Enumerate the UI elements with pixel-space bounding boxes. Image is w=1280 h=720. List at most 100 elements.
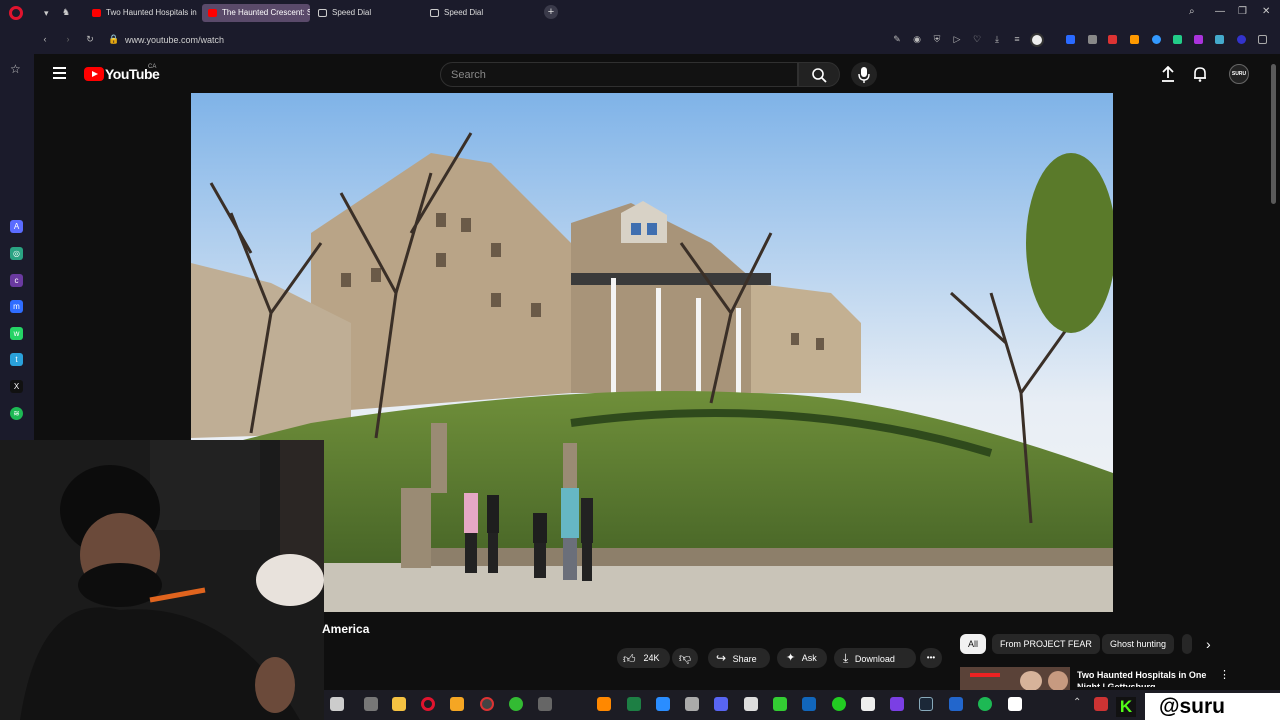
heart-icon[interactable]: ♡ <box>972 34 982 44</box>
extension-icon-9[interactable] <box>1237 35 1246 44</box>
page-scrollbar[interactable] <box>1271 64 1276 204</box>
play-icon[interactable]: ▷ <box>952 34 962 44</box>
chips-next-arrow-icon[interactable]: › <box>1206 636 1211 652</box>
extension-icon-3[interactable] <box>1108 35 1117 44</box>
notifications-bell-icon[interactable] <box>1193 66 1207 87</box>
suggestion-thumbnail[interactable] <box>960 667 1070 690</box>
extension-icon-8[interactable] <box>1215 35 1224 44</box>
tab-speed-dial-2[interactable]: Speed Dial <box>424 4 538 22</box>
cs-icon[interactable]: c <box>10 274 23 287</box>
taskbar-app-icon-21[interactable] <box>949 697 963 711</box>
chip-all[interactable]: All <box>960 634 987 654</box>
chatgpt-icon[interactable]: ◎ <box>10 247 23 260</box>
close-button[interactable]: ✕ <box>1262 6 1270 17</box>
taskbar-app-icon-11[interactable] <box>656 697 670 711</box>
chip-from-project-fear[interactable]: From PROJECT FEAR <box>992 634 1100 654</box>
file-explorer-icon[interactable] <box>392 697 406 711</box>
extension-icon-7[interactable] <box>1194 35 1203 44</box>
create-upload-icon[interactable] <box>1161 65 1175 87</box>
extensions-tab-icon[interactable]: ♞ <box>62 7 70 18</box>
extension-icon-6[interactable] <box>1173 35 1182 44</box>
tab-two-haunted-hospitals[interactable]: Two Haunted Hospitals in <box>86 4 198 22</box>
steam-icon[interactable] <box>919 697 933 711</box>
youtube-favicon-icon <box>208 9 217 17</box>
download-button[interactable]: ⤓ Download <box>834 648 916 668</box>
camera-icon[interactable]: ◉ <box>912 34 922 44</box>
taskbar-app-icon-23[interactable] <box>1008 697 1022 711</box>
profile-icon[interactable] <box>1030 33 1044 47</box>
taskbar-app-icon-12[interactable] <box>685 697 699 711</box>
aria-icon[interactable]: A <box>10 220 23 233</box>
hamburger-menu-icon[interactable] <box>53 67 66 82</box>
new-tab-button[interactable]: + <box>544 5 558 19</box>
download-icon[interactable]: ⤓ <box>992 34 1002 44</box>
tab-label: Speed Dial <box>332 8 372 17</box>
edit-icon[interactable]: ✎ <box>892 34 902 44</box>
taskbar-app-icon-1[interactable] <box>330 697 344 711</box>
more-actions-button[interactable]: ••• <box>920 648 942 668</box>
tab-haunted-crescent[interactable]: The Haunted Crescent: Sc <box>202 4 310 22</box>
telegram-icon[interactable]: t <box>10 353 23 366</box>
taskbar-app-icon-16[interactable] <box>802 697 816 711</box>
opera-icon[interactable] <box>421 697 435 711</box>
vlc-icon[interactable] <box>597 697 611 711</box>
taskbar-app-icon-17[interactable] <box>832 697 846 711</box>
back-icon[interactable]: ‹ <box>40 34 50 44</box>
whatsapp-icon[interactable]: w <box>10 327 23 340</box>
share-arrow-icon: ↪ <box>716 651 727 665</box>
chip-partial[interactable] <box>1182 634 1192 654</box>
extensions-cube-icon[interactable] <box>1258 35 1267 44</box>
shield-icon[interactable]: ⛨ <box>932 34 942 44</box>
tray-chevron-icon[interactable]: ⌃ <box>1073 697 1081 708</box>
youtube-logo-icon[interactable] <box>84 67 104 81</box>
extension-icon-5[interactable] <box>1152 35 1161 44</box>
taskbar-app-icon-2[interactable] <box>364 697 378 711</box>
rss-icon[interactable] <box>1130 35 1139 44</box>
chrome-icon[interactable] <box>509 697 523 711</box>
spotify-taskbar-icon[interactable] <box>978 697 992 711</box>
menu-icon[interactable]: ≡ <box>1012 34 1022 44</box>
url-field[interactable]: www.youtube.com/watch <box>125 35 224 45</box>
account-avatar[interactable]: SURU <box>1229 64 1249 84</box>
taskbar-app-icon-15[interactable] <box>773 697 787 711</box>
tab-menu-icon[interactable]: ▾ <box>44 8 49 19</box>
minimize-button[interactable]: — <box>1215 6 1225 17</box>
taskbar-app-icon-14[interactable] <box>744 697 758 711</box>
video-frame-hotel-scene <box>191 93 1113 612</box>
video-player[interactable] <box>191 93 1113 612</box>
taskbar-app-icon-8[interactable] <box>538 697 552 711</box>
star-icon[interactable]: ☆ <box>10 62 21 76</box>
video-title: America <box>322 622 370 636</box>
suggestion-title[interactable]: Two Haunted Hospitals in One Night | Get… <box>1077 669 1217 687</box>
search-input[interactable]: Search <box>440 62 798 87</box>
messenger-icon[interactable]: m <box>10 300 23 313</box>
like-button[interactable]: 👍︎ 24K <box>617 648 670 668</box>
extension-icon-2[interactable] <box>1088 35 1097 44</box>
download-arrow-icon: ⤓ <box>843 651 849 665</box>
search-button[interactable] <box>798 62 840 87</box>
ask-button[interactable]: ✦ Ask <box>777 648 827 668</box>
voice-search-button[interactable] <box>851 62 877 87</box>
discord-icon[interactable] <box>714 697 728 711</box>
chip-ghost-hunting[interactable]: Ghost hunting <box>1102 634 1175 654</box>
restore-button[interactable]: ❐ <box>1238 6 1247 17</box>
bolt-icon[interactable] <box>450 697 464 711</box>
dislike-button[interactable]: 👎︎ <box>672 648 698 668</box>
taskbar-app-icon-19[interactable] <box>890 697 904 711</box>
suggestion-menu-icon[interactable]: ⋮ <box>1219 668 1230 681</box>
search-tabs-icon[interactable]: ⌕ <box>1189 6 1195 17</box>
share-button[interactable]: ↪ Share <box>708 648 770 668</box>
thumbs-up-icon: 👍︎ <box>623 651 636 666</box>
tab-speed-dial-1[interactable]: Speed Dial <box>312 4 422 22</box>
reload-icon[interactable]: ↻ <box>85 34 95 44</box>
ask-label: Ask <box>801 653 817 663</box>
x-icon[interactable]: X <box>10 380 23 393</box>
tray-icon[interactable] <box>1094 697 1108 711</box>
spotify-icon[interactable]: ≋ <box>10 407 23 420</box>
extension-icon-1[interactable] <box>1066 35 1075 44</box>
spreadsheet-icon[interactable] <box>627 697 641 711</box>
active-app-icon[interactable] <box>480 697 494 711</box>
taskbar-app-icon-18[interactable] <box>861 697 875 711</box>
opera-logo-icon[interactable] <box>9 6 23 20</box>
forward-icon[interactable]: › <box>63 34 73 44</box>
